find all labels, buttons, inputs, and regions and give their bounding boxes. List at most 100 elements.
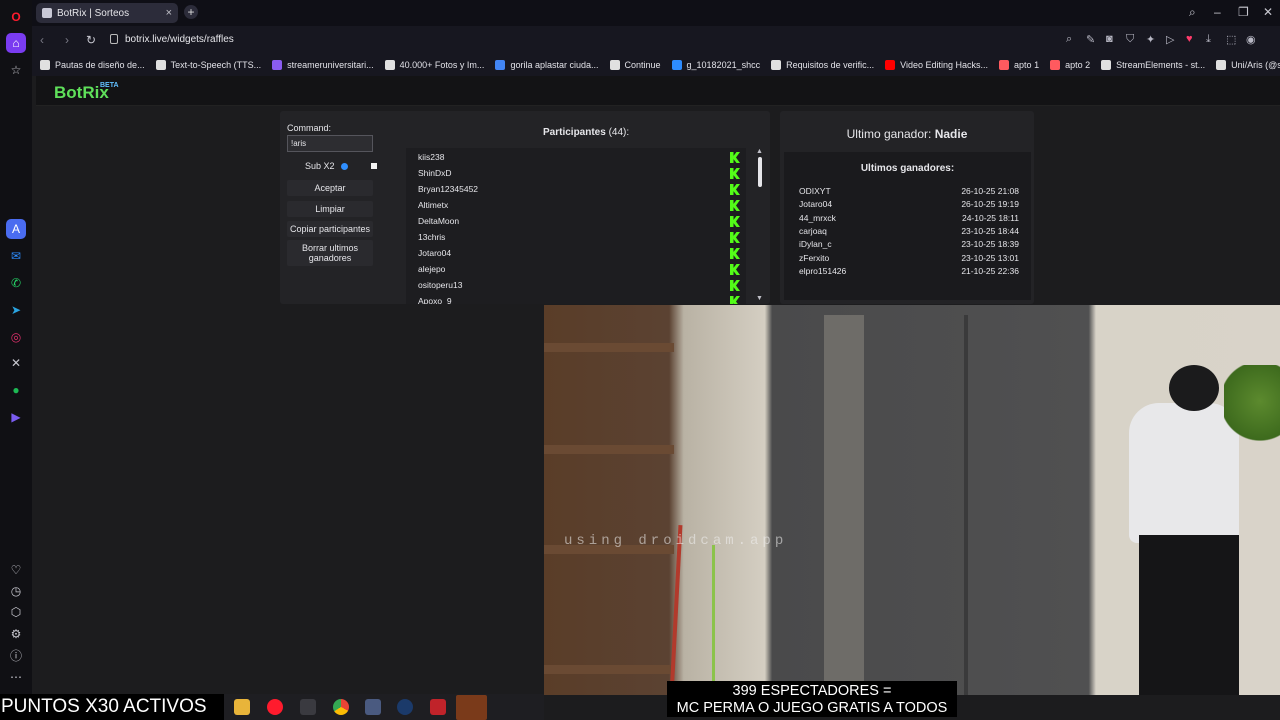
instagram-icon[interactable]: ◎ [6, 327, 26, 347]
bookmark-item[interactable]: Video Editing Hacks... [885, 60, 988, 70]
opera-logo-icon[interactable]: O [6, 7, 26, 27]
obs-icon[interactable] [456, 695, 487, 720]
whatsapp-icon[interactable]: ✆ [6, 273, 26, 293]
bookmark-icon [384, 60, 395, 70]
scroll-thumb[interactable] [758, 157, 762, 187]
snapshot-icon[interactable]: ⬚ [1226, 33, 1236, 46]
bookmark-item[interactable]: gorila aplastar ciuda... [495, 60, 599, 70]
participant-name: DeltaMoon [418, 216, 460, 226]
winner-name: zFerxito [799, 252, 830, 263]
player-toolbar-icon[interactable]: ▷ [1166, 33, 1174, 46]
bookmark-icon [609, 60, 620, 70]
bookmark-item[interactable]: apto 2 [1050, 60, 1090, 70]
x-icon[interactable]: ✕ [6, 353, 26, 373]
steam-icon[interactable] [397, 699, 413, 715]
chrome-icon[interactable] [333, 699, 349, 715]
bookmark-icon [155, 60, 166, 70]
bookmark-item[interactable]: Pautas de diseño de... [40, 60, 145, 70]
participants-list[interactable]: kiis238 ShinDxD Bryan12345452 Altimetx Delta… [406, 148, 746, 304]
bulb-icon[interactable]: ⓘ [6, 645, 26, 665]
minimize-icon[interactable]: – [1214, 5, 1221, 19]
opera-sidebar: O ⌂ ☆ A ✉ ✆ ➤ ◎ ✕ ● ▶ ♡ ◷ ⬡ ⚙ ⓘ ⋯ [0, 0, 32, 695]
accept-button[interactable]: Aceptar [287, 180, 373, 196]
bookmark-item[interactable]: Text-to-Speech (TTS... [155, 60, 261, 70]
app-taskbar-icon[interactable] [300, 699, 316, 715]
participants-count: (44) [608, 127, 627, 138]
file-explorer-icon[interactable] [234, 699, 250, 715]
bookmark-label: apto 2 [1065, 60, 1091, 70]
forward-icon[interactable]: › [65, 33, 69, 47]
sub-x2-checkbox[interactable] [371, 163, 377, 169]
download-icon[interactable]: ⤓ [1206, 33, 1211, 46]
opera-taskbar-icon[interactable] [267, 699, 283, 715]
bookmark-item[interactable]: 40.000+ Fotos y Im... [384, 60, 484, 70]
game-taskbar-icon[interactable] [430, 699, 446, 715]
camera-icon[interactable]: ◙ [1106, 33, 1113, 45]
tiktok-icon [1216, 60, 1227, 70]
heart-toolbar-icon[interactable]: ♥ [1186, 33, 1193, 45]
bookmark-item[interactable]: streameruniversitari... [272, 60, 374, 70]
url-field[interactable]: botrix.live/widgets/raffles [125, 34, 234, 45]
history-icon[interactable]: ◷ [6, 581, 26, 601]
command-input[interactable] [287, 135, 373, 152]
settings-icon[interactable]: ⚙ [6, 624, 26, 644]
lock-icon [110, 34, 118, 44]
sub-x2-label: Sub X2 [305, 161, 335, 171]
bookmark-label: Uni/Aris (@streame... [1231, 60, 1280, 70]
new-tab-button[interactable]: + [184, 5, 198, 19]
participant-name: 13chris [418, 232, 446, 242]
address-bar: ‹ › ↻ botrix.live/widgets/raffles ⌕ ✎ ◙ … [32, 26, 1280, 54]
window-taskbar-icon[interactable] [365, 699, 381, 715]
bookmark-label: apto 1 [1014, 60, 1040, 70]
scroll-up-icon[interactable]: ▲ [756, 148, 763, 155]
scroll-down-icon[interactable]: ▼ [756, 295, 763, 302]
airbnb-icon [1050, 60, 1061, 70]
participant-name: Jotaro04 [418, 248, 452, 258]
shield-icon[interactable]: ⛉ [1126, 33, 1134, 46]
bookmark-item[interactable]: Requisitos de verific... [771, 60, 874, 70]
winner-date: 23-10-25 18:44 [961, 225, 1019, 236]
search-icon[interactable]: ⌕ [1066, 33, 1072, 46]
x-icon [771, 60, 782, 70]
last-winner-label: Ultimo ganador: [846, 127, 932, 141]
telegram-icon[interactable]: ➤ [6, 300, 26, 320]
spotify-icon[interactable]: ● [6, 380, 26, 400]
bookmark-label: Requisitos de verific... [786, 60, 875, 70]
tab-botrix[interactable]: BotRix | Sorteos × [36, 3, 178, 23]
heart-icon[interactable]: ♡ [6, 560, 26, 580]
search-tabs-icon[interactable]: ⌕ [1189, 5, 1196, 20]
bookmark-label: Continue [624, 60, 661, 70]
kick-icon [730, 296, 740, 304]
extensions-icon[interactable]: ✦ [1146, 33, 1155, 46]
messenger-icon[interactable]: ✉ [6, 246, 26, 266]
home-icon[interactable]: ⌂ [6, 33, 26, 53]
close-tab-icon[interactable]: × [166, 7, 172, 19]
bookmark-item[interactable]: StreamElements - st... [1101, 60, 1205, 70]
bookmark-item[interactable]: g_10182021_shcc [671, 60, 760, 70]
more-icon[interactable]: ⋯ [6, 667, 26, 687]
shelf [544, 343, 674, 352]
info-icon[interactable] [341, 163, 348, 170]
clear-button[interactable]: Limpiar [287, 201, 373, 217]
star-icon[interactable]: ☆ [6, 60, 26, 80]
reload-icon[interactable]: ↻ [86, 33, 96, 47]
edit-icon[interactable]: ✎ [1086, 33, 1095, 46]
player-icon[interactable]: ▶ [6, 407, 26, 427]
copy-participants-button[interactable]: Copiar participantes [287, 221, 373, 237]
profile-icon[interactable]: ◉ [1246, 33, 1256, 46]
winner-date: 21-10-25 22:36 [961, 265, 1019, 276]
delete-winners-button[interactable]: Borrar ultimos ganadores [287, 240, 373, 266]
participants-scrollbar[interactable]: ▲ ▼ [756, 148, 766, 304]
participant-name: kiis238 [418, 152, 445, 162]
maximize-icon[interactable]: ❐ [1238, 5, 1249, 19]
bookmark-icon [1101, 60, 1112, 70]
bookmark-item[interactable]: apto 1 [999, 60, 1039, 70]
winner-row: elpro151426 21-10-25 22:36 [799, 266, 1019, 276]
back-icon[interactable]: ‹ [40, 33, 44, 47]
aria-icon[interactable]: A [6, 219, 26, 239]
bookmark-item[interactable]: Uni/Aris (@streame... [1216, 60, 1280, 70]
box-icon[interactable]: ⬡ [6, 602, 26, 622]
close-window-icon[interactable]: ✕ [1263, 5, 1273, 19]
bookmark-item[interactable]: Continue [609, 60, 661, 70]
participant-name: ositoperu13 [418, 280, 463, 290]
